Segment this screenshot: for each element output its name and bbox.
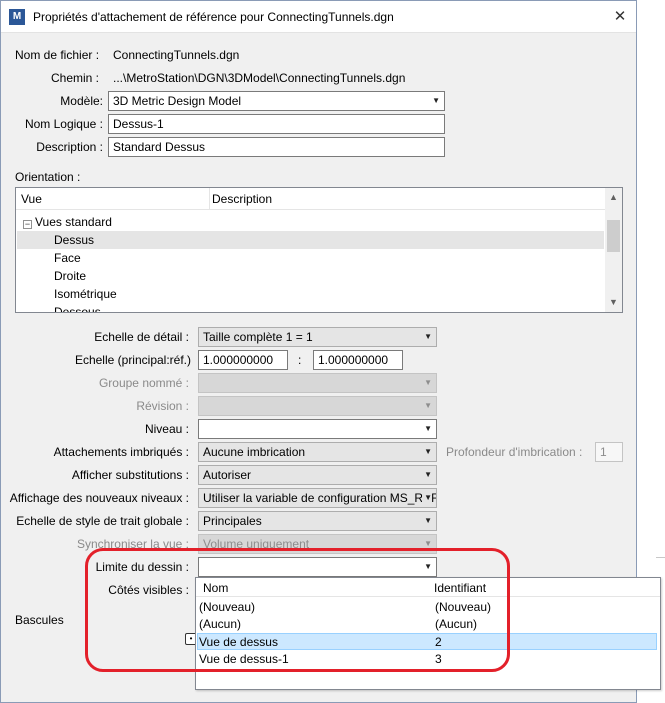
list-item[interactable]: Droite [17, 267, 604, 285]
scale-reference-field[interactable]: 1.000000000 [313, 350, 403, 370]
path-label: Chemin : [51, 71, 100, 85]
new-level-display-value: Utiliser la variable de configuration MS… [203, 491, 437, 505]
list-item[interactable]: Isométrique [17, 285, 604, 303]
new-level-display-label: Affichage des nouveaux niveaux : [9, 491, 189, 505]
vertical-scrollbar[interactable]: ▲ ▼ [605, 188, 622, 312]
file-name-label: Nom de fichier : [15, 48, 100, 62]
scroll-down-icon[interactable]: ▼ [605, 294, 622, 310]
line-style-scale-value: Principales [203, 514, 262, 528]
chevron-down-icon: ▼ [422, 489, 432, 507]
description-field[interactable]: Standard Dessus [108, 137, 445, 157]
detail-scale-value: Taille complète 1 = 1 [203, 330, 313, 344]
file-name-value: ConnectingTunnels.dgn [113, 48, 240, 62]
display-overrides-dropdown[interactable]: Autoriser ▼ [198, 465, 437, 485]
description-label: Description : [36, 140, 103, 154]
detail-scale-dropdown[interactable]: Taille complète 1 = 1 ▼ [198, 327, 437, 347]
column-header-description[interactable]: Description [212, 192, 272, 206]
nest-depth-field[interactable]: 1 [595, 442, 623, 462]
tree-group-label: Vues standard [35, 215, 112, 229]
chevron-down-icon: ▼ [424, 332, 432, 341]
chevron-down-icon: ▼ [424, 447, 432, 456]
scroll-up-icon[interactable]: ▲ [605, 189, 622, 205]
orientation-list-header: Vue Description [16, 188, 606, 210]
chevron-down-icon: ▼ [424, 378, 432, 387]
model-dropdown-value: 3D Metric Design Model [113, 94, 242, 108]
chevron-down-icon: ▼ [424, 424, 432, 433]
scale-separator: : [298, 353, 302, 367]
level-dropdown[interactable]: ▼ [198, 419, 437, 439]
nest-depth-label: Profondeur d'imbrication : [446, 445, 583, 459]
nested-attachments-label: Attachements imbriqués : [53, 445, 189, 459]
orientation-list[interactable]: Vue Description − Vues standard Dessus Fa… [15, 187, 623, 313]
logical-name-label: Nom Logique : [24, 117, 103, 131]
revision-label: Révision : [136, 399, 189, 413]
list-item[interactable]: Dessous [17, 303, 604, 312]
model-dropdown[interactable]: 3D Metric Design Model ▼ [108, 91, 445, 111]
new-level-display-dropdown[interactable]: Utiliser la variable de configuration MS… [198, 488, 437, 508]
title-bar: M Propriétés d'attachement de référence … [1, 1, 636, 33]
named-group-label: Groupe nommé : [98, 376, 189, 390]
display-overrides-value: Autoriser [203, 468, 252, 482]
chevron-down-icon: ▼ [424, 401, 432, 410]
level-label: Niveau : [144, 422, 189, 436]
display-overrides-label: Afficher substitutions : [71, 468, 189, 482]
tree-group-standard-views[interactable]: − Vues standard [17, 213, 604, 231]
chevron-down-icon: ▼ [432, 96, 440, 105]
app-icon: M [9, 9, 25, 25]
background-divider [656, 557, 665, 558]
logical-name-field[interactable]: Dessus-1 [108, 114, 445, 134]
scale-label: Echelle (principal:réf.) [74, 353, 191, 367]
list-item[interactable]: Face [17, 249, 604, 267]
window-title: Propriétés d'attachement de référence po… [33, 10, 394, 24]
named-group-dropdown[interactable]: ▼ [198, 373, 437, 393]
collapse-icon[interactable]: − [23, 220, 32, 229]
column-divider[interactable] [209, 188, 210, 210]
column-header-view[interactable]: Vue [21, 192, 42, 206]
scale-master-field[interactable]: 1.000000000 [198, 350, 288, 370]
nested-attachments-value: Aucune imbrication [203, 445, 306, 459]
line-style-scale-label: Echelle de style de trait globale : [16, 514, 189, 528]
scrollbar-thumb[interactable] [607, 220, 620, 252]
chevron-down-icon: ▼ [424, 516, 432, 525]
detail-scale-label: Echelle de détail : [94, 330, 189, 344]
path-value: ...\MetroStation\DGN\3DModel\ConnectingT… [113, 71, 406, 85]
annotation-highlight [85, 548, 510, 672]
chevron-down-icon: ▼ [424, 470, 432, 479]
model-label: Modèle: [60, 94, 103, 108]
revision-dropdown[interactable]: ▼ [198, 396, 437, 416]
orientation-label: Orientation : [15, 170, 81, 184]
nested-attachments-dropdown[interactable]: Aucune imbrication ▼ [198, 442, 437, 462]
toggles-section-label: Bascules [15, 613, 64, 627]
line-style-scale-dropdown[interactable]: Principales ▼ [198, 511, 437, 531]
close-icon[interactable]: ✕ [610, 7, 630, 27]
list-item[interactable]: Dessus [17, 231, 604, 249]
